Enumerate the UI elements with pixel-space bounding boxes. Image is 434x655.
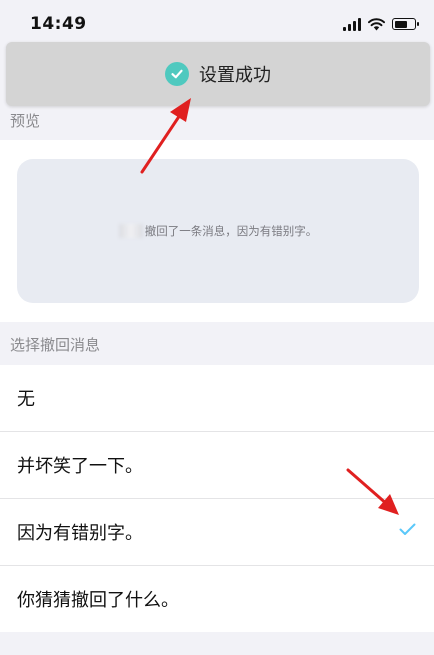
- preview-card: 撤回了一条消息，因为有错别字。: [17, 159, 419, 303]
- recall-option-typo[interactable]: 因为有错别字。: [0, 499, 434, 566]
- status-time: 14:49: [30, 14, 87, 34]
- toast-text: 设置成功: [199, 65, 271, 86]
- recall-option-none[interactable]: 无: [0, 365, 434, 432]
- cellular-signal-icon: [343, 17, 361, 31]
- preview-area: 撤回了一条消息，因为有错别字。: [0, 140, 434, 322]
- option-label: 你猜猜撤回了什么。: [17, 590, 179, 611]
- option-label: 并坏笑了一下。: [17, 456, 143, 477]
- recall-option-guess[interactable]: 你猜猜撤回了什么。: [0, 566, 434, 632]
- battery-icon: [392, 18, 419, 30]
- success-toast: 设置成功: [6, 42, 430, 106]
- option-label: 因为有错别字。: [17, 523, 143, 544]
- status-icons: [343, 16, 419, 32]
- blurred-username: [118, 224, 143, 238]
- option-label: 无: [17, 389, 35, 410]
- preview-message-text: 撤回了一条消息，因为有错别字。: [144, 224, 318, 238]
- success-check-icon: [165, 62, 189, 86]
- recall-option-smirk[interactable]: 并坏笑了一下。: [0, 432, 434, 499]
- wifi-icon: [368, 17, 385, 30]
- preview-message: 撤回了一条消息，因为有错别字。: [118, 223, 318, 239]
- recall-section-label: 选择撤回消息: [10, 336, 101, 354]
- recall-options-list: 无 并坏笑了一下。 因为有错别字。 你猜猜撤回了什么。: [0, 365, 434, 632]
- selected-check-icon: [399, 523, 416, 535]
- status-bar: 14:49: [0, 0, 434, 44]
- preview-section-label: 预览: [10, 112, 41, 130]
